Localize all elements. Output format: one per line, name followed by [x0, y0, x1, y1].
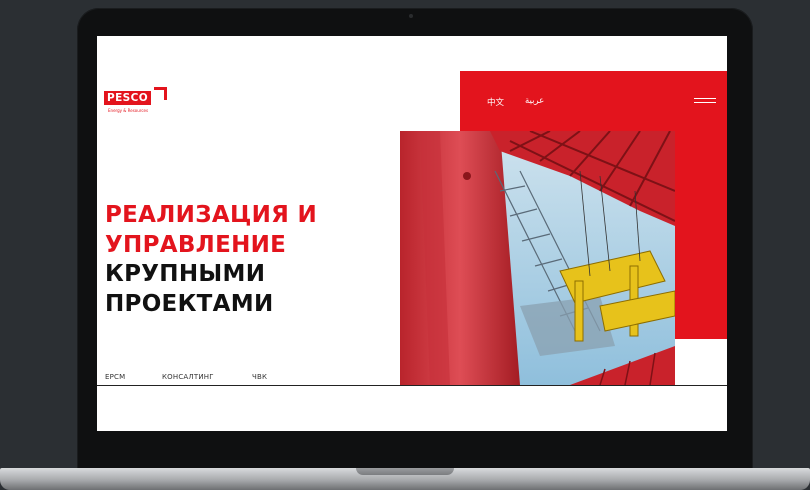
logo-tagline: Energy & Resources	[108, 108, 149, 113]
logo-wordmark: PESCO	[104, 91, 152, 105]
menu-line	[694, 102, 716, 103]
hamburger-menu-icon[interactable]	[694, 97, 716, 105]
language-chinese-link[interactable]: 中文	[487, 96, 504, 108]
headline-line: УПРАВЛЕНИЕ	[105, 231, 287, 258]
service-link-epcm[interactable]: EPCM	[105, 373, 125, 381]
headline-line: КРУПНЫМИ	[105, 261, 266, 287]
hero-crane-image	[400, 131, 675, 385]
menu-line	[694, 98, 716, 99]
laptop-notch	[356, 468, 454, 475]
logo-corner-mark	[154, 87, 167, 100]
service-link-consulting[interactable]: КОНСАЛТИНГ	[162, 373, 214, 381]
pesco-logo[interactable]: PESCO Energy & Resources	[104, 85, 168, 117]
headline-line: РЕАЛИЗАЦИЯ И	[105, 202, 318, 228]
section-divider	[97, 385, 727, 386]
headline-line: ПРОЕКТАМИ	[105, 290, 274, 317]
service-link-pmc[interactable]: ЧВК	[252, 373, 267, 381]
crane-illustration	[400, 131, 675, 385]
language-arabic-link[interactable]: عربية	[525, 96, 544, 106]
hero-headline: РЕАЛИЗАЦИЯ И УПРАВЛЕНИЕ КРУПНЫМИ ПРОЕКТА…	[105, 201, 317, 319]
camera-icon	[409, 14, 413, 18]
website-screen: PESCO Energy & Resources 中文 عربية РЕАЛИЗ…	[97, 36, 727, 431]
